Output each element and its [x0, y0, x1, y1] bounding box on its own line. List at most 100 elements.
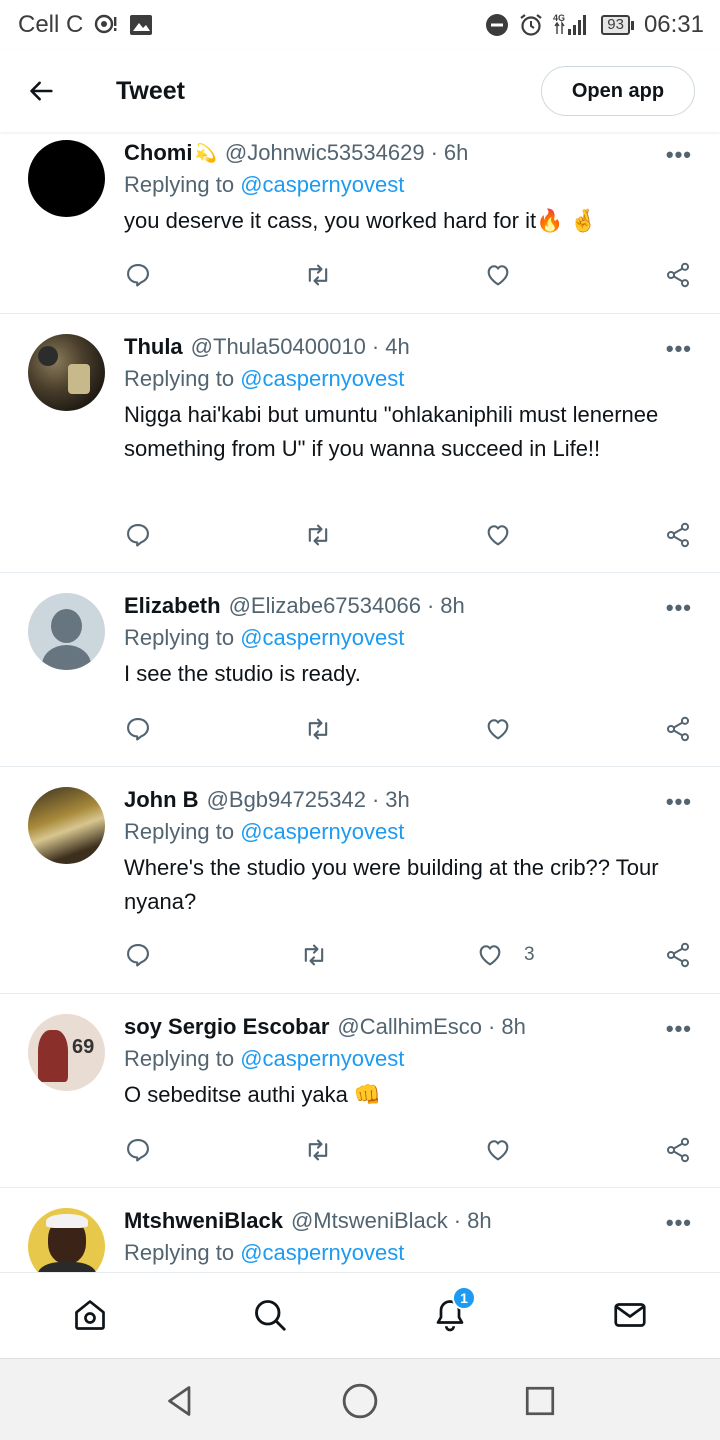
retweet-icon	[308, 718, 328, 740]
reply-button[interactable]	[124, 715, 152, 743]
system-navigation-bar	[0, 1358, 720, 1440]
mention-link[interactable]: @caspernyovest	[240, 1046, 404, 1071]
replies-feed[interactable]: Chomi 💫 @Johnwic53534629 · 6h Replying t…	[0, 132, 720, 1272]
share-icon	[666, 262, 690, 288]
tweet-item[interactable]: 69 soy Sergio Escobar @CallhimEsco · 8h …	[0, 994, 720, 1188]
share-icon	[666, 522, 690, 548]
avatar[interactable]	[28, 334, 105, 411]
more-icon[interactable]: •••	[666, 142, 692, 168]
tweet-time: 4h	[385, 334, 410, 359]
carrier-label: Cell C	[18, 11, 84, 38]
share-button[interactable]	[664, 521, 692, 549]
like-button[interactable]	[484, 715, 532, 743]
back-button[interactable]	[0, 50, 84, 132]
author-name[interactable]: soy Sergio Escobar	[124, 1014, 329, 1040]
search-icon	[255, 1300, 286, 1331]
tweet-item[interactable]: MtshweniBlack @MtsweniBlack · 8h Replyin…	[0, 1188, 720, 1272]
author-handle[interactable]: @MtsweniBlack	[291, 1208, 448, 1234]
signal-icon: 4G	[553, 12, 591, 38]
mention-link[interactable]: @caspernyovest	[240, 366, 404, 391]
clock-time: 06:31	[643, 11, 704, 38]
tweet-text: Where's the studio you were building at …	[124, 855, 659, 914]
retweet-icon	[308, 264, 328, 286]
reply-button[interactable]	[124, 261, 152, 289]
avatar[interactable]	[28, 787, 105, 864]
author-handle[interactable]: @Thula50400010	[191, 334, 366, 360]
author-name[interactable]: Thula	[124, 334, 183, 360]
retweet-button[interactable]	[304, 715, 332, 743]
retweet-button[interactable]	[304, 261, 332, 289]
tweet-text: you deserve it cass, you worked hard for…	[124, 208, 597, 233]
retweet-button[interactable]	[300, 941, 328, 969]
avatar[interactable]	[28, 140, 105, 217]
tweet-item[interactable]: Chomi 💫 @Johnwic53534629 · 6h Replying t…	[0, 132, 720, 314]
replying-to: Replying to @caspernyovest	[124, 625, 405, 650]
avatar[interactable]	[28, 1208, 105, 1272]
open-app-button[interactable]: Open app	[541, 66, 695, 116]
author-handle[interactable]: @Johnwic53534629	[225, 140, 425, 166]
system-back-button[interactable]	[160, 1381, 200, 1421]
author-handle[interactable]: @CallhimEsco	[337, 1014, 482, 1040]
replying-to: Replying to @caspernyovest	[124, 172, 405, 197]
tab-home[interactable]	[70, 1295, 110, 1335]
reply-button[interactable]	[124, 521, 152, 549]
reply-icon	[127, 264, 149, 287]
mention-link[interactable]: @caspernyovest	[240, 1240, 404, 1265]
like-icon	[487, 719, 509, 740]
tweet-time: 8h	[440, 593, 465, 618]
system-home-button[interactable]	[340, 1381, 380, 1421]
author-handle[interactable]: @Elizabe67534066	[229, 593, 421, 619]
avatar[interactable]	[28, 593, 105, 670]
tab-search[interactable]	[250, 1295, 290, 1335]
tweet-item[interactable]: Thula @Thula50400010 · 4h Replying to @c…	[0, 314, 720, 573]
like-button[interactable]	[484, 261, 532, 289]
mention-link[interactable]: @caspernyovest	[240, 172, 404, 197]
avatar[interactable]: 69	[28, 1014, 105, 1091]
more-icon[interactable]: •••	[666, 789, 692, 815]
triangle-back-icon	[168, 1386, 191, 1416]
battery-indicator: 93	[601, 15, 634, 35]
mention-link[interactable]: @caspernyovest	[240, 819, 404, 844]
arrow-left-icon	[30, 81, 53, 101]
tweet-item[interactable]: John B @Bgb94725342 · 3h Replying to @ca…	[0, 767, 720, 994]
more-icon[interactable]: •••	[666, 595, 692, 621]
envelope-icon	[614, 1303, 646, 1327]
system-recents-button[interactable]	[520, 1381, 560, 1421]
tab-messages[interactable]	[610, 1295, 650, 1335]
tweet-time: 6h	[443, 140, 469, 165]
notification-badge: 1	[452, 1286, 476, 1310]
share-button[interactable]	[664, 715, 692, 743]
like-button[interactable]	[484, 1136, 532, 1164]
reply-button[interactable]	[124, 1136, 152, 1164]
author-name[interactable]: Elizabeth	[124, 593, 221, 619]
more-icon[interactable]: •••	[666, 336, 692, 362]
retweet-button[interactable]	[304, 521, 332, 549]
like-icon	[487, 1140, 509, 1161]
replying-to: Replying to @caspernyovest	[124, 366, 405, 391]
like-button[interactable]: 3	[476, 941, 535, 969]
author-name[interactable]: Chomi	[124, 140, 192, 166]
author-name[interactable]: MtshweniBlack	[124, 1208, 283, 1234]
tweet-actions	[124, 1135, 696, 1165]
mention-link[interactable]: @caspernyovest	[240, 625, 404, 650]
share-button[interactable]	[664, 941, 692, 969]
tweet-actions	[124, 260, 696, 290]
battery-level: 93	[601, 15, 630, 35]
author-name[interactable]: John B	[124, 787, 199, 813]
like-button[interactable]	[484, 521, 532, 549]
more-icon[interactable]: •••	[666, 1016, 692, 1042]
retweet-button[interactable]	[304, 1136, 332, 1164]
like-icon	[479, 945, 501, 966]
share-button[interactable]	[664, 1136, 692, 1164]
reply-icon	[127, 524, 149, 547]
gallery-icon	[129, 13, 153, 37]
more-icon[interactable]: •••	[666, 1210, 692, 1236]
share-button[interactable]	[664, 261, 692, 289]
reply-button[interactable]	[124, 941, 152, 969]
author-handle[interactable]: @Bgb94725342	[207, 787, 366, 813]
hotspot-icon	[93, 12, 119, 38]
share-icon	[666, 1137, 690, 1163]
reply-icon	[127, 718, 149, 741]
retweet-icon	[304, 944, 324, 966]
tweet-item[interactable]: Elizabeth @Elizabe67534066 · 8h Replying…	[0, 573, 720, 767]
